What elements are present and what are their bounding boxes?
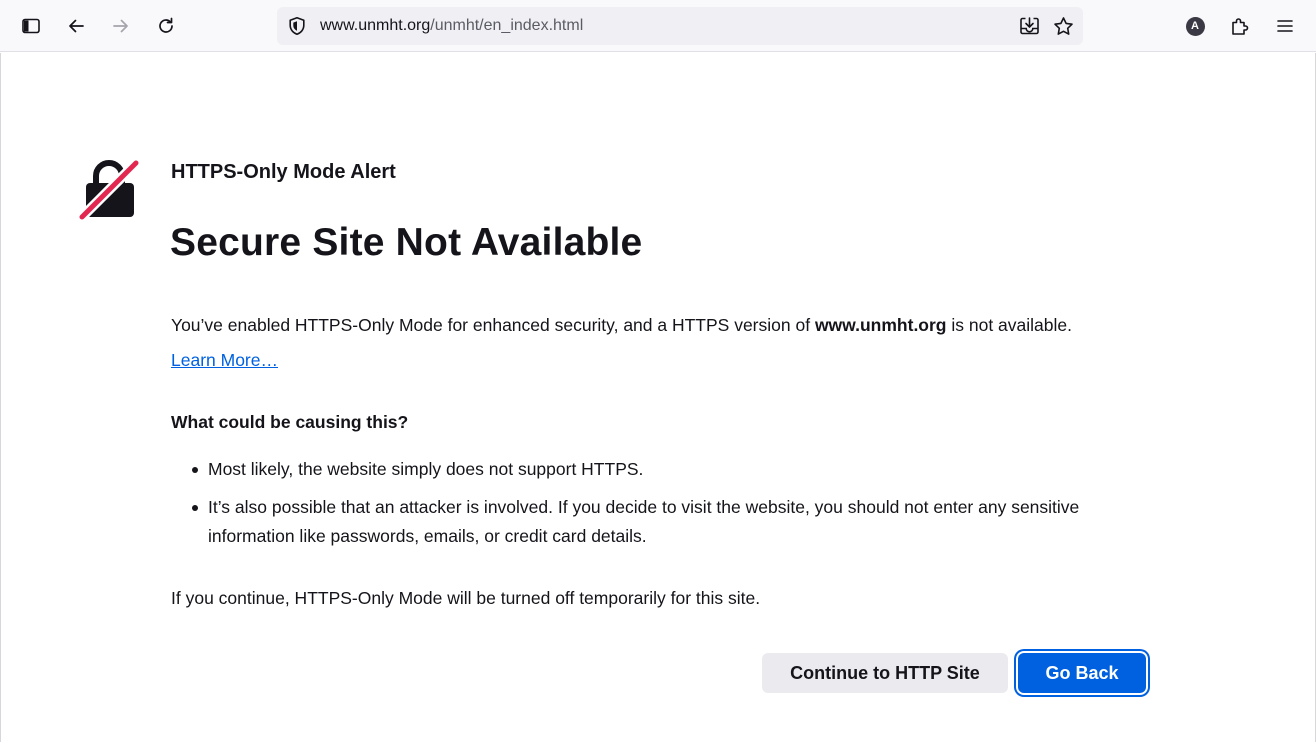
url-text[interactable]: www.unmht.org/unmht/en_index.html bbox=[320, 17, 583, 35]
intro-text: You’ve enabled HTTPS-Only Mode for enhan… bbox=[171, 315, 1072, 336]
cause-list: Most likely, the website simply does not… bbox=[191, 455, 1161, 560]
app-menu-button[interactable] bbox=[1267, 8, 1303, 44]
broken-lock-icon bbox=[78, 159, 140, 221]
list-item: It’s also possible that an attacker is i… bbox=[191, 493, 1161, 551]
browser-toolbar: www.unmht.org/unmht/en_index.html A bbox=[0, 0, 1316, 52]
cause-text: It’s also possible that an attacker is i… bbox=[208, 497, 1080, 546]
sidebar-icon bbox=[22, 18, 40, 34]
reload-button[interactable] bbox=[148, 8, 184, 44]
shield-icon[interactable] bbox=[287, 16, 307, 36]
learn-more-link[interactable]: Learn More… bbox=[171, 350, 278, 371]
account-button[interactable]: A bbox=[1177, 8, 1213, 44]
error-page bbox=[0, 53, 1316, 742]
continue-note: If you continue, HTTPS-Only Mode will be… bbox=[171, 588, 761, 608]
intro-after: is not available. bbox=[946, 315, 1072, 335]
puzzle-piece-icon bbox=[1232, 18, 1249, 35]
back-arrow-icon bbox=[69, 19, 84, 33]
forward-button[interactable] bbox=[103, 8, 139, 44]
save-to-pocket-icon[interactable] bbox=[1019, 16, 1040, 36]
intro-before: You’ve enabled HTTPS-Only Mode for enhan… bbox=[171, 315, 815, 335]
cause-heading: What could be causing this? bbox=[171, 412, 409, 432]
list-item: Most likely, the website simply does not… bbox=[191, 455, 1161, 484]
hamburger-menu-icon bbox=[1277, 20, 1293, 32]
bullet-icon bbox=[192, 467, 198, 473]
reload-icon bbox=[159, 17, 173, 33]
star-icon[interactable] bbox=[1053, 16, 1074, 37]
forward-arrow-icon bbox=[113, 19, 128, 33]
url-host: www.unmht.org bbox=[320, 17, 431, 34]
avatar: A bbox=[1185, 16, 1205, 36]
back-button[interactable] bbox=[58, 8, 94, 44]
bullet-icon bbox=[192, 505, 198, 511]
intro-host: www.unmht.org bbox=[814, 315, 947, 335]
extensions-button[interactable] bbox=[1222, 8, 1258, 44]
url-path: /unmht/en_index.html bbox=[430, 17, 584, 34]
sidebar-toggle-button[interactable] bbox=[13, 8, 49, 44]
address-bar[interactable]: www.unmht.org/unmht/en_index.html bbox=[277, 7, 1083, 45]
cause-text: Most likely, the website simply does not… bbox=[208, 459, 644, 479]
continue-to-http-button[interactable]: Continue to HTTP Site bbox=[762, 653, 1008, 693]
alert-label: HTTPS-Only Mode Alert bbox=[171, 161, 396, 183]
go-back-button[interactable]: Go Back bbox=[1018, 653, 1146, 693]
page-title: Secure Site Not Available bbox=[170, 221, 643, 264]
